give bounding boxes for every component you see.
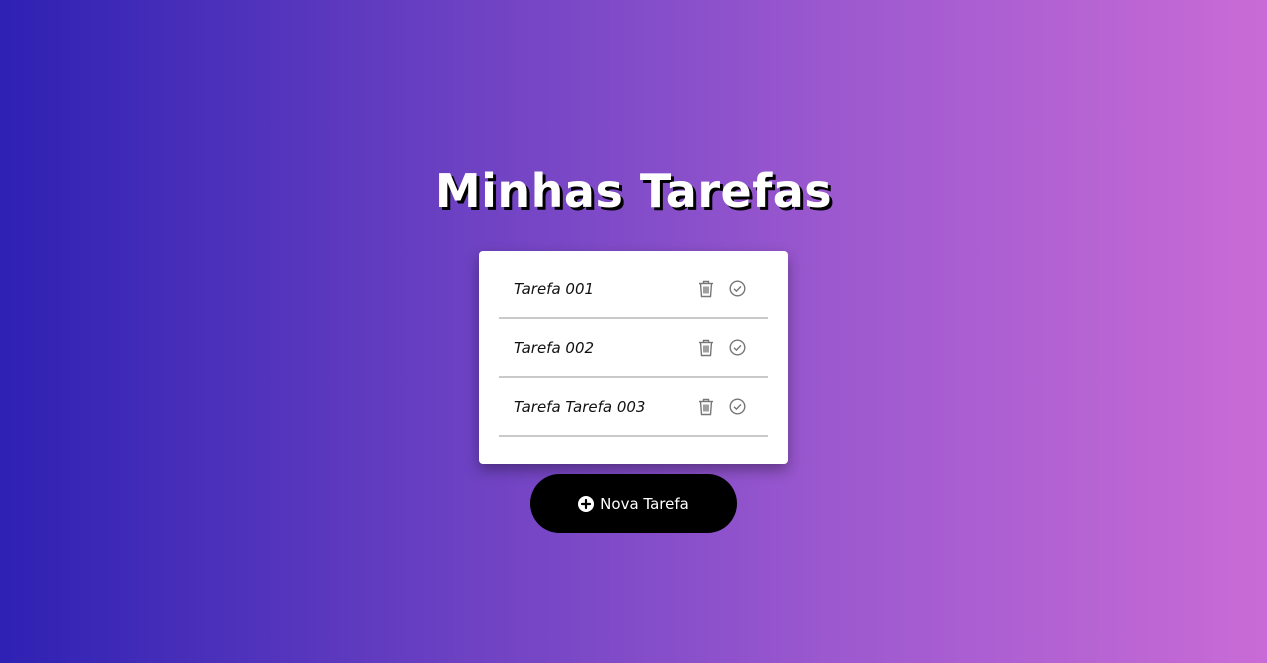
task-card: Tarefa 001 Tarefa 002 Tarefa Tarefa 003 <box>479 251 788 464</box>
check-circle-icon[interactable] <box>728 280 746 298</box>
task-item: Tarefa Tarefa 003 <box>499 378 768 437</box>
task-text: Tarefa 002 <box>514 338 595 357</box>
new-task-button[interactable]: Nova Tarefa <box>530 474 737 533</box>
task-text: Tarefa 001 <box>514 279 595 298</box>
task-list: Tarefa 001 Tarefa 002 Tarefa Tarefa 003 <box>499 251 768 437</box>
new-task-label: Nova Tarefa <box>600 494 689 513</box>
trash-icon[interactable] <box>697 398 715 416</box>
page-title: Minhas Tarefas <box>434 164 833 218</box>
plus-circle-icon <box>578 495 595 512</box>
task-actions <box>697 339 746 357</box>
trash-icon[interactable] <box>697 339 715 357</box>
check-circle-icon[interactable] <box>728 339 746 357</box>
task-item: Tarefa 002 <box>499 319 768 378</box>
task-actions <box>697 280 746 298</box>
check-circle-icon[interactable] <box>728 398 746 416</box>
task-text: Tarefa Tarefa 003 <box>514 397 646 416</box>
task-item: Tarefa 001 <box>499 260 768 319</box>
task-actions <box>697 398 746 416</box>
trash-icon[interactable] <box>697 280 715 298</box>
